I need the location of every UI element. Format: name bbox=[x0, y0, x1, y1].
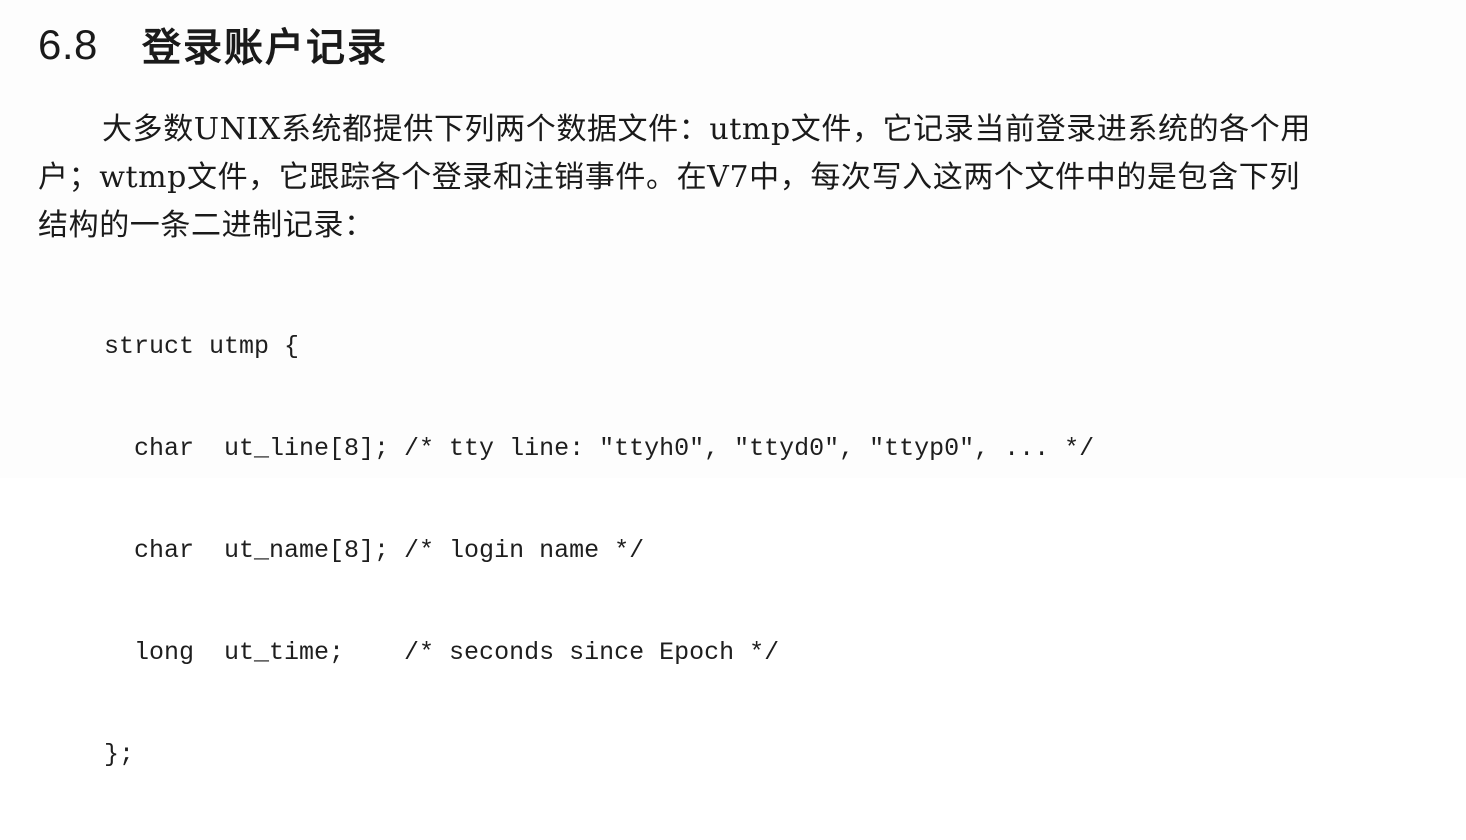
book-page: 6.8 登录账户记录 大多数UNIX系统都提供下列两个数据文件：utmp文件，它… bbox=[0, 0, 1466, 769]
code-line: }; bbox=[104, 740, 135, 769]
body-paragraph: 大多数UNIX系统都提供下列两个数据文件：utmp文件，它记录当前登录进系统的各… bbox=[38, 106, 1428, 250]
code-line: char ut_line[8]; /* tty line: "ttyh0", "… bbox=[104, 434, 1095, 463]
section-title: 登录账户记录 bbox=[142, 26, 389, 71]
paragraph-line: 户；wtmp文件，它跟踪各个登录和注销事件。在V7中，每次写入这两个文件中的是包… bbox=[38, 160, 1300, 195]
code-line: char ut_name[8]; /* login name */ bbox=[104, 536, 645, 565]
code-block: struct utmp { char ut_line[8]; /* tty li… bbox=[104, 262, 1094, 840]
code-line: long ut_time; /* seconds since Epoch */ bbox=[104, 638, 780, 667]
paragraph-line: 结构的一条二进制记录： bbox=[38, 208, 375, 243]
code-line: struct utmp { bbox=[104, 332, 300, 361]
paragraph-line: 大多数UNIX系统都提供下列两个数据文件：utmp文件，它记录当前登录进系统的各… bbox=[102, 112, 1311, 147]
section-heading: 6.8 登录账户记录 bbox=[38, 14, 388, 76]
section-number: 6.8 bbox=[38, 21, 98, 68]
